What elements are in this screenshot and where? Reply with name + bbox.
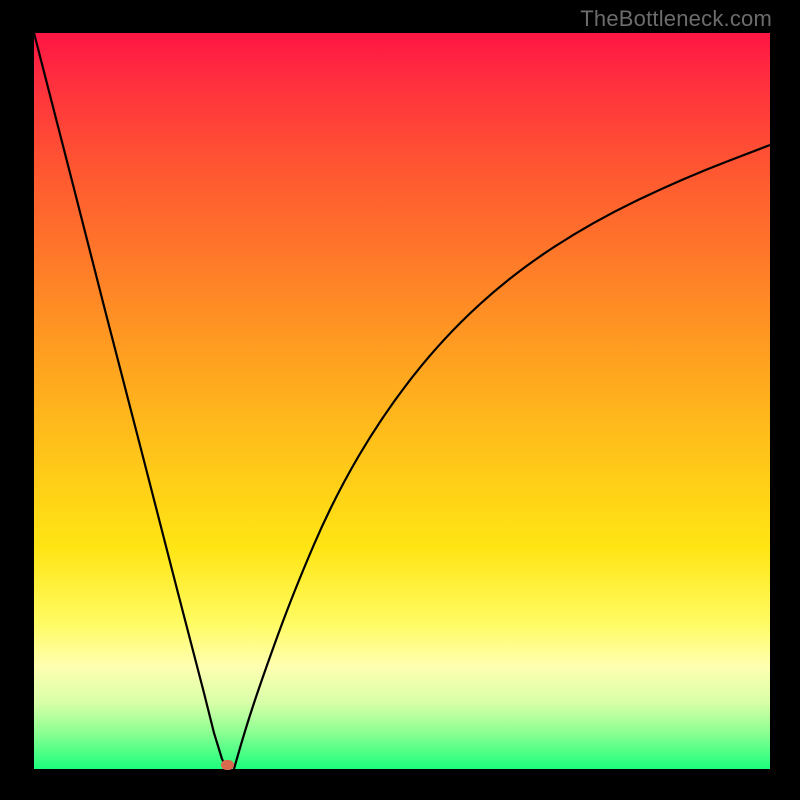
plot-area — [34, 33, 770, 769]
bottleneck-curve — [34, 33, 770, 769]
watermark-text: TheBottleneck.com — [580, 6, 772, 32]
curve-right-branch — [234, 145, 770, 769]
minimum-dot — [221, 760, 234, 770]
curve-left-branch — [34, 33, 227, 769]
chart-frame: TheBottleneck.com — [0, 0, 800, 800]
